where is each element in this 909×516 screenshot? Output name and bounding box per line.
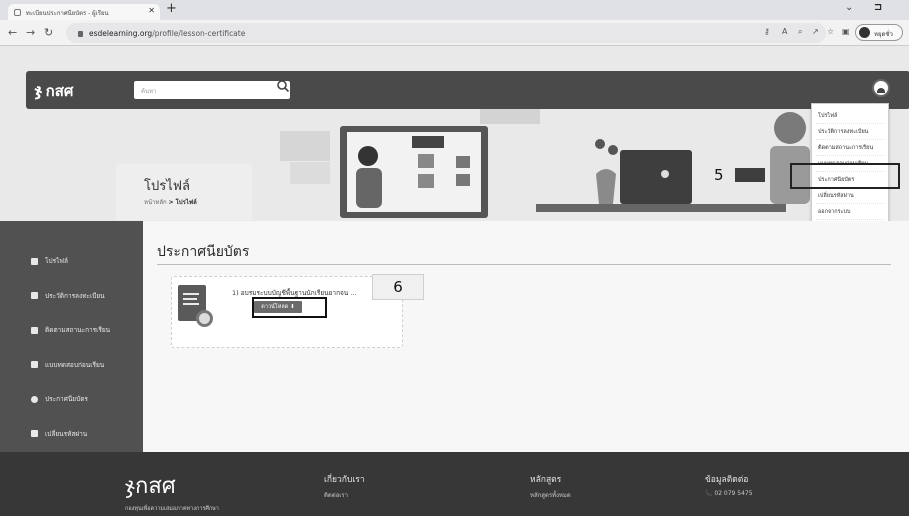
- footer-about-heading: เกี่ยวกับเรา: [324, 475, 365, 485]
- hero-banner: ჯ กสศ ค้นหา โปรไฟล์ หน้าหลัก > โปรไฟล์: [0, 46, 909, 221]
- logo-icon: ჯ: [125, 474, 135, 499]
- breadcrumb-separator: >: [168, 199, 174, 206]
- reload-icon[interactable]: ↻: [44, 26, 53, 39]
- favicon-icon: [14, 9, 21, 16]
- page: ჯ กสศ ค้นหา โปรไฟล์ หน้าหลัก > โปรไฟล์ โป…: [0, 46, 909, 516]
- sidebar-item-change-password[interactable]: เปลี่ยนรหัสผ่าน: [0, 417, 143, 452]
- site-logo[interactable]: ჯ กสศ: [34, 79, 73, 103]
- sidebar-item-label: ประวัติการลงทะเบียน: [45, 291, 105, 300]
- site-footer: ჯกสศ กองทุนเพื่อความเสมอภาคทางการศึกษา เ…: [0, 452, 909, 516]
- key-icon[interactable]: ⚷: [764, 27, 770, 36]
- menu-item-profile[interactable]: โปรไฟล์: [816, 108, 884, 124]
- menu-item-change-password[interactable]: เปลี่ยนรหัสผ่าน: [816, 188, 884, 204]
- footer-courses-heading: หลักสูตร: [530, 475, 562, 485]
- search-input[interactable]: ค้นหา: [134, 81, 290, 99]
- sidebar-item-certificates[interactable]: ประกาศนียบัตร: [0, 382, 143, 417]
- browser-toolbar: ← → ↻ esdelearning.org/profile/lesson-ce…: [0, 20, 909, 46]
- search-icon[interactable]: [276, 79, 290, 93]
- book-icon: [31, 292, 38, 300]
- sidebar-item-profile[interactable]: โปรไฟล์: [0, 244, 143, 279]
- sidebar-item-label: ประกาศนียบัตร: [45, 395, 88, 404]
- new-tab-button[interactable]: +: [166, 1, 177, 16]
- translate-icon[interactable]: A: [782, 27, 787, 36]
- user-icon: [31, 257, 38, 265]
- tab-close-button[interactable]: ✕: [148, 6, 155, 15]
- browser-profile-button[interactable]: หยุดชั่ว: [855, 24, 903, 41]
- logo-icon: ჯ: [34, 81, 43, 100]
- url-path: /profile/lesson-certificate: [152, 29, 246, 38]
- step-6-annotation: 6: [372, 274, 424, 300]
- main-content: ประกาศนียบัตร 1) อบรมระบบบัญชีพื้นฐานนัก…: [143, 221, 909, 452]
- window-restore-icon[interactable]: ⊐: [874, 2, 882, 13]
- back-arrow-icon[interactable]: ←: [8, 26, 17, 39]
- footer-logo-text: กสศ: [135, 474, 176, 499]
- step-5-annotation: 5: [714, 166, 724, 184]
- logo-text: กสศ: [45, 82, 74, 100]
- sidepanel-icon[interactable]: ▣: [842, 27, 850, 36]
- bookmark-icon: [31, 326, 38, 334]
- profile-avatar: [859, 27, 870, 38]
- breadcrumb-current: โปรไฟล์: [175, 199, 197, 206]
- menu-item-registration-history[interactable]: ประวัติการลงทะเบียน: [816, 124, 884, 140]
- clipboard-icon: [31, 361, 38, 369]
- breadcrumb: หน้าหลัก > โปรไฟล์: [144, 197, 197, 207]
- user-avatar-button[interactable]: [872, 79, 890, 97]
- footer-all-courses-link[interactable]: หลักสูตรทั้งหมด: [530, 490, 571, 500]
- sidebar-item-label: เปลี่ยนรหัสผ่าน: [45, 429, 88, 438]
- menu-item-logout[interactable]: ออกจากระบบ: [816, 204, 884, 220]
- footer-tagline: กองทุนเพื่อความเสมอภาคทางการศึกษา: [125, 506, 219, 512]
- search-placeholder: ค้นหา: [141, 88, 157, 95]
- page-title-card: โปรไฟล์ หน้าหลัก > โปรไฟล์: [116, 164, 252, 220]
- sidebar-item-registration-history[interactable]: ประวัติการลงทะเบียน: [0, 279, 143, 314]
- browser-tab-bar: ทะเบียนประกาศนียบัตร - ผู้เรียน ✕ + ⌄ ⊐: [0, 0, 909, 20]
- profile-sidebar: โปรไฟล์ ประวัติการลงทะเบียน ติดตามสถานะก…: [0, 221, 143, 452]
- browser-tab[interactable]: ทะเบียนประกาศนียบัตร - ผู้เรียน ✕: [8, 4, 160, 20]
- sidebar-item-label: โปรไฟล์: [45, 257, 68, 266]
- profile-label: หยุดชั่ว: [874, 31, 893, 38]
- window-minimize-icon[interactable]: ⌄: [845, 2, 853, 13]
- certificate-menu-highlight: [790, 163, 900, 189]
- sidebar-item-pretest[interactable]: แบบทดสอบก่อนเรียน: [0, 348, 143, 383]
- share-icon[interactable]: ↗: [812, 27, 819, 36]
- sidebar-item-label: แบบทดสอบก่อนเรียน: [45, 360, 105, 369]
- forward-arrow-icon[interactable]: →: [26, 26, 35, 39]
- star-icon[interactable]: ☆: [827, 27, 834, 36]
- section-divider: [157, 264, 891, 265]
- tab-title: ทะเบียนประกาศนียบัตร - ผู้เรียน: [25, 10, 109, 17]
- key-icon: [31, 430, 38, 438]
- footer-phone: 📞 02 079 5475: [705, 490, 753, 497]
- certificate-card: 1) อบรมระบบบัญชีพื้นฐานนักเรียนยากจน ...…: [171, 276, 403, 348]
- section-title: ประกาศนียบัตร: [157, 244, 250, 260]
- breadcrumb-home-link[interactable]: หน้าหลัก: [144, 199, 167, 206]
- sidebar-item-learning-status[interactable]: ติดตามสถานะการเรียน: [0, 313, 143, 348]
- medal-icon: [31, 395, 38, 403]
- page-title: โปรไฟล์: [144, 179, 190, 194]
- url-host: esdelearning.org: [89, 29, 153, 38]
- download-button-highlight: [252, 297, 327, 318]
- footer-contact-link[interactable]: ติดต่อเรา: [324, 490, 348, 500]
- menu-item-learning-status[interactable]: ติดตามสถานะการเรียน: [816, 140, 884, 156]
- footer-logo[interactable]: ჯกสศ: [125, 468, 176, 503]
- seal-icon: [196, 310, 213, 327]
- address-bar[interactable]: esdelearning.org/profile/lesson-certific…: [66, 23, 826, 43]
- zoom-icon[interactable]: ⌕: [798, 27, 802, 37]
- site-header: ჯ กสศ ค้นหา: [26, 71, 909, 109]
- sidebar-item-label: ติดตามสถานะการเรียน: [45, 326, 111, 335]
- footer-contact-heading: ข้อมูลติดต่อ: [705, 475, 749, 485]
- lock-icon: [78, 31, 83, 37]
